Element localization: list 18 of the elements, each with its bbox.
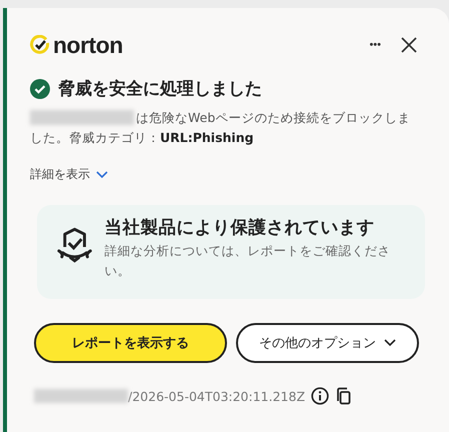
chevron-down-icon <box>96 170 108 178</box>
brand-logo: norton <box>53 32 123 58</box>
check-circle-icon <box>30 78 50 98</box>
chevron-down-icon <box>384 339 396 347</box>
shield-check-icon <box>55 225 94 265</box>
protection-description: 詳細な分析については、レポートをご確認ください。 <box>104 242 392 280</box>
status-message: は危険なWebページのため接続をブロックしました。脅威カテゴリ：URL:Phishing <box>30 109 412 147</box>
reference-id: /2026-05-04T03:20:11.218Z <box>128 388 306 404</box>
checkmark-logo-icon <box>30 35 50 55</box>
status-title: 脅威を安全に処理しました <box>58 78 262 100</box>
view-report-button[interactable]: レポートを表示する <box>34 323 228 363</box>
close-icon[interactable] <box>401 37 417 53</box>
protection-title: 当社製品により保護されています <box>104 217 376 239</box>
copy-icon[interactable] <box>335 387 352 405</box>
show-details-link[interactable]: 詳細を表示 <box>30 166 108 183</box>
info-icon[interactable] <box>311 387 330 405</box>
more-options-dropdown[interactable]: その他のオプション <box>236 323 419 363</box>
more-options-button[interactable]: ••• <box>369 39 381 51</box>
